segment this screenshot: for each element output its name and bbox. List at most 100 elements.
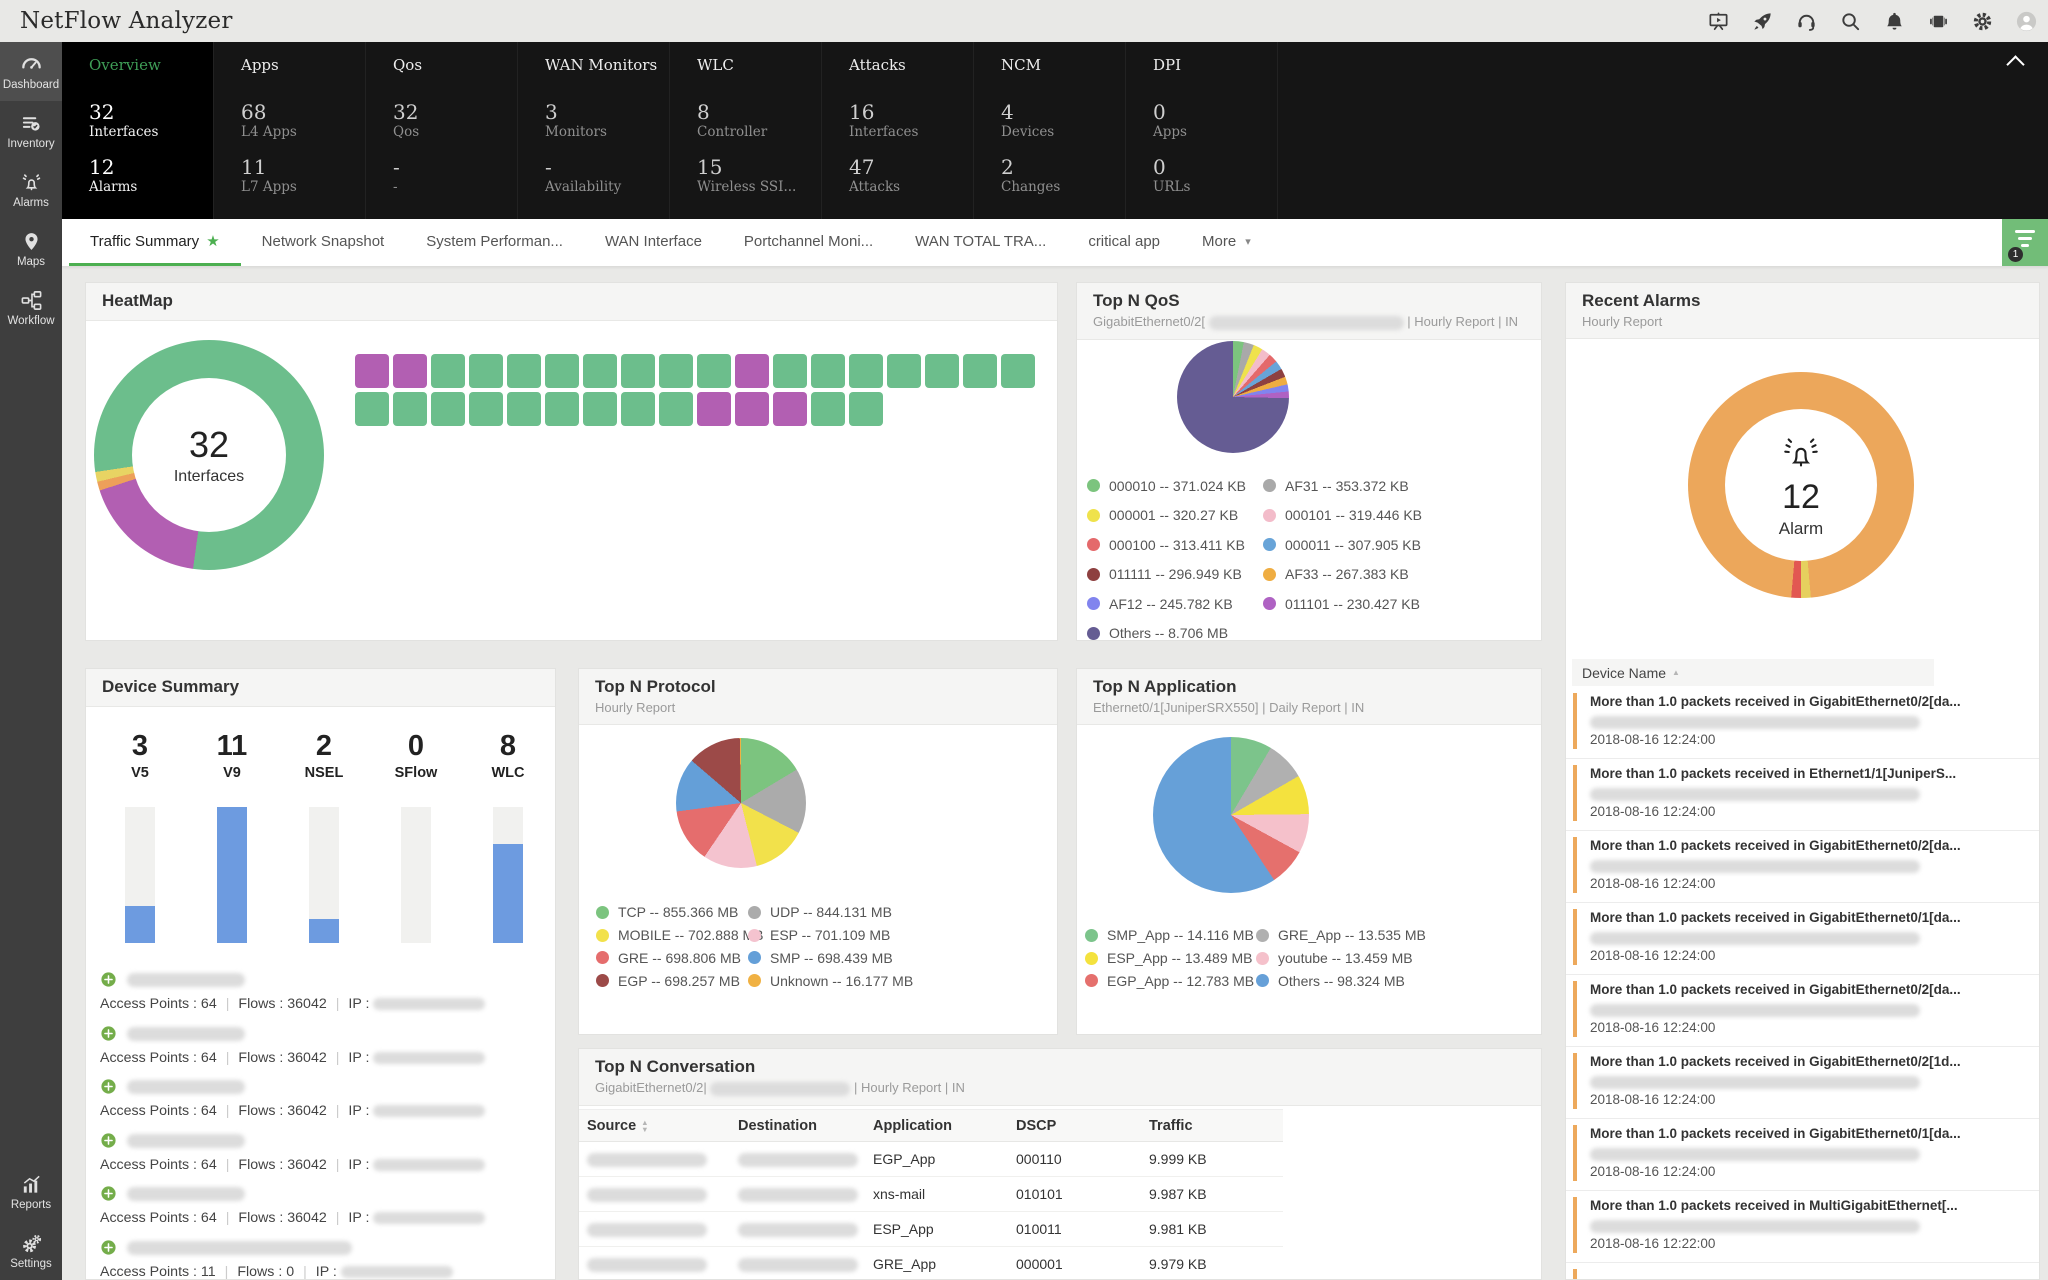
heatmap-cell[interactable] bbox=[393, 354, 427, 388]
headset-icon[interactable] bbox=[1795, 10, 1818, 33]
alarms-donut-chart[interactable]: 12 Alarm bbox=[1688, 372, 1914, 598]
alarm-list-item[interactable]: More than 1.0 packets received in Gigabi… bbox=[1566, 1118, 2039, 1190]
device-stat-wlc: 8 WLC bbox=[462, 729, 554, 943]
interfaces-donut-chart[interactable]: 32 Interfaces bbox=[94, 340, 324, 570]
device-list-item[interactable]: Access Points : 11 | Flows : 0 | IP : bbox=[100, 1233, 545, 1279]
heatmap-cell[interactable] bbox=[393, 392, 427, 426]
heatmap-cell[interactable] bbox=[583, 392, 617, 426]
heatmap-cell[interactable] bbox=[849, 354, 883, 388]
alarm-list-item[interactable]: More than 1.0 packets received in Gigabi… bbox=[1566, 687, 2039, 758]
heatmap-cell[interactable] bbox=[431, 392, 465, 426]
nav-col-ncm[interactable]: NCM 4 Devices 2 Changes bbox=[974, 42, 1126, 219]
nav-col-apps[interactable]: Apps 68 L4 Apps 11 L7 Apps bbox=[214, 42, 366, 219]
device-list-item[interactable]: Access Points : 64 | Flows : 36042 | IP : bbox=[100, 1126, 545, 1180]
media-icon[interactable] bbox=[1927, 10, 1950, 33]
qos-pie-chart[interactable] bbox=[1177, 341, 1289, 453]
sidebar-item-dashboard[interactable]: Dashboard bbox=[0, 42, 62, 101]
heatmap-cell[interactable] bbox=[735, 354, 769, 388]
heatmap-cell[interactable] bbox=[583, 354, 617, 388]
heatmap-cell[interactable] bbox=[469, 392, 503, 426]
heatmap-cell[interactable] bbox=[621, 354, 655, 388]
table-row[interactable]: xns-mail 010101 9.987 KB bbox=[579, 1177, 1283, 1212]
table-row[interactable]: ESP_App 010011 9.981 KB bbox=[579, 1212, 1283, 1247]
column-header-dscp[interactable]: DSCP bbox=[1016, 1118, 1149, 1134]
legend-color-dot bbox=[748, 951, 761, 965]
heatmap-cell[interactable] bbox=[659, 392, 693, 426]
heatmap-cell[interactable] bbox=[659, 354, 693, 388]
nav-col-attacks[interactable]: Attacks 16 Interfaces 47 Attacks bbox=[822, 42, 974, 219]
heatmap-cell[interactable] bbox=[355, 354, 389, 388]
presentation-icon[interactable] bbox=[1707, 10, 1730, 33]
heatmap-cell[interactable] bbox=[963, 354, 997, 388]
alarm-list-item[interactable] bbox=[1566, 1262, 2039, 1279]
nav-col-dpi[interactable]: DPI 0 Apps 0 URLs bbox=[1126, 42, 1278, 219]
column-header-traffic[interactable]: Traffic bbox=[1149, 1118, 1291, 1134]
device-name-sort-header[interactable]: Device Name ▲ bbox=[1572, 659, 1934, 686]
heatmap-cell[interactable] bbox=[773, 354, 807, 388]
device-list-item[interactable]: Access Points : 64 | Flows : 36042 | IP : bbox=[100, 1179, 545, 1233]
heatmap-cell[interactable] bbox=[355, 392, 389, 426]
heatmap-cell[interactable] bbox=[849, 392, 883, 426]
heatmap-cell[interactable] bbox=[545, 392, 579, 426]
sidebar-item-reports[interactable]: Reports bbox=[0, 1162, 62, 1221]
column-header-destination[interactable]: Destination bbox=[738, 1118, 873, 1134]
tab-wan-total-tra[interactable]: WAN TOTAL TRA... bbox=[894, 219, 1067, 266]
table-row[interactable]: EGP_App 000110 9.999 KB bbox=[579, 1142, 1283, 1177]
protocol-pie-chart[interactable] bbox=[676, 738, 806, 868]
search-icon[interactable] bbox=[1839, 10, 1862, 33]
sidebar-item-alarms[interactable]: Alarms bbox=[0, 160, 62, 219]
tab-network-snapshot[interactable]: Network Snapshot bbox=[241, 219, 406, 266]
alarm-list-item[interactable]: More than 1.0 packets received in Gigabi… bbox=[1566, 974, 2039, 1046]
sidebar-item-maps[interactable]: Maps bbox=[0, 219, 62, 278]
tab-more[interactable]: More ▾ bbox=[1181, 219, 1272, 266]
sidebar-item-workflow[interactable]: Workflow bbox=[0, 278, 62, 337]
heatmap-cell[interactable] bbox=[735, 392, 769, 426]
rocket-icon[interactable] bbox=[1751, 10, 1774, 33]
bell-icon[interactable] bbox=[1883, 10, 1906, 33]
tab-critical-app[interactable]: critical app bbox=[1067, 219, 1181, 266]
heatmap-cell[interactable] bbox=[773, 392, 807, 426]
heatmap-cell[interactable] bbox=[545, 354, 579, 388]
column-header-label: Destination bbox=[738, 1117, 817, 1134]
dashboard-list-button[interactable]: 1 bbox=[2002, 219, 2048, 266]
heatmap-cell[interactable] bbox=[431, 354, 465, 388]
alarm-list-item[interactable]: More than 1.0 packets received in Ethern… bbox=[1566, 758, 2039, 830]
heatmap-cell[interactable] bbox=[697, 354, 731, 388]
alarm-list-item[interactable]: More than 1.0 packets received in MultiG… bbox=[1566, 1190, 2039, 1262]
gear-icon[interactable] bbox=[1971, 10, 1994, 33]
nav-col-wan-monitors[interactable]: WAN Monitors 3 Monitors - Availability bbox=[518, 42, 670, 219]
heatmap-cell[interactable] bbox=[811, 354, 845, 388]
sidebar-item-inventory[interactable]: Inventory bbox=[0, 101, 62, 160]
tab-portchannel-moni[interactable]: Portchannel Moni... bbox=[723, 219, 894, 266]
device-list-item[interactable]: Access Points : 64 | Flows : 36042 | IP : bbox=[100, 965, 545, 1019]
heatmap-cell[interactable] bbox=[1001, 354, 1035, 388]
nav-col-title: NCM bbox=[1001, 56, 1041, 74]
table-row[interactable]: GRE_App 000001 9.979 KB bbox=[579, 1247, 1283, 1279]
heatmap-cell[interactable] bbox=[697, 392, 731, 426]
column-header-application[interactable]: Application bbox=[873, 1118, 1016, 1134]
column-header-source[interactable]: Source ▲ ▼ bbox=[587, 1118, 738, 1134]
tab-traffic-summary[interactable]: Traffic Summary ★ bbox=[69, 219, 241, 266]
alarm-list-item[interactable]: More than 1.0 packets received in Gigabi… bbox=[1566, 1046, 2039, 1118]
heatmap-cell[interactable] bbox=[887, 354, 921, 388]
nav-col-overview[interactable]: Overview 32 Interfaces 12 Alarms bbox=[62, 42, 214, 219]
avatar[interactable] bbox=[2015, 10, 2038, 33]
application-pie-chart[interactable] bbox=[1153, 737, 1309, 893]
heatmap-cell[interactable] bbox=[811, 392, 845, 426]
heatmap-cell[interactable] bbox=[925, 354, 959, 388]
sidebar-item-settings[interactable]: Settings bbox=[0, 1221, 62, 1280]
column-header-label: Application bbox=[873, 1117, 952, 1134]
alarm-list-item[interactable]: More than 1.0 packets received in Gigabi… bbox=[1566, 830, 2039, 902]
alarm-timestamp: 2018-08-16 12:24:00 bbox=[1590, 1164, 1716, 1179]
alarm-list-item[interactable]: More than 1.0 packets received in Gigabi… bbox=[1566, 902, 2039, 974]
tab-system-performan[interactable]: System Performan... bbox=[405, 219, 584, 266]
nav-col-wlc[interactable]: WLC 8 Controller 15 Wireless SSI... bbox=[670, 42, 822, 219]
device-list-item[interactable]: Access Points : 64 | Flows : 36042 | IP : bbox=[100, 1019, 545, 1073]
heatmap-cell[interactable] bbox=[507, 392, 541, 426]
nav-col-qos[interactable]: Qos 32 Qos - - bbox=[366, 42, 518, 219]
tab-wan-interface[interactable]: WAN Interface bbox=[584, 219, 723, 266]
device-list-item[interactable]: Access Points : 64 | Flows : 36042 | IP : bbox=[100, 1072, 545, 1126]
heatmap-cell[interactable] bbox=[507, 354, 541, 388]
heatmap-cell[interactable] bbox=[621, 392, 655, 426]
heatmap-cell[interactable] bbox=[469, 354, 503, 388]
